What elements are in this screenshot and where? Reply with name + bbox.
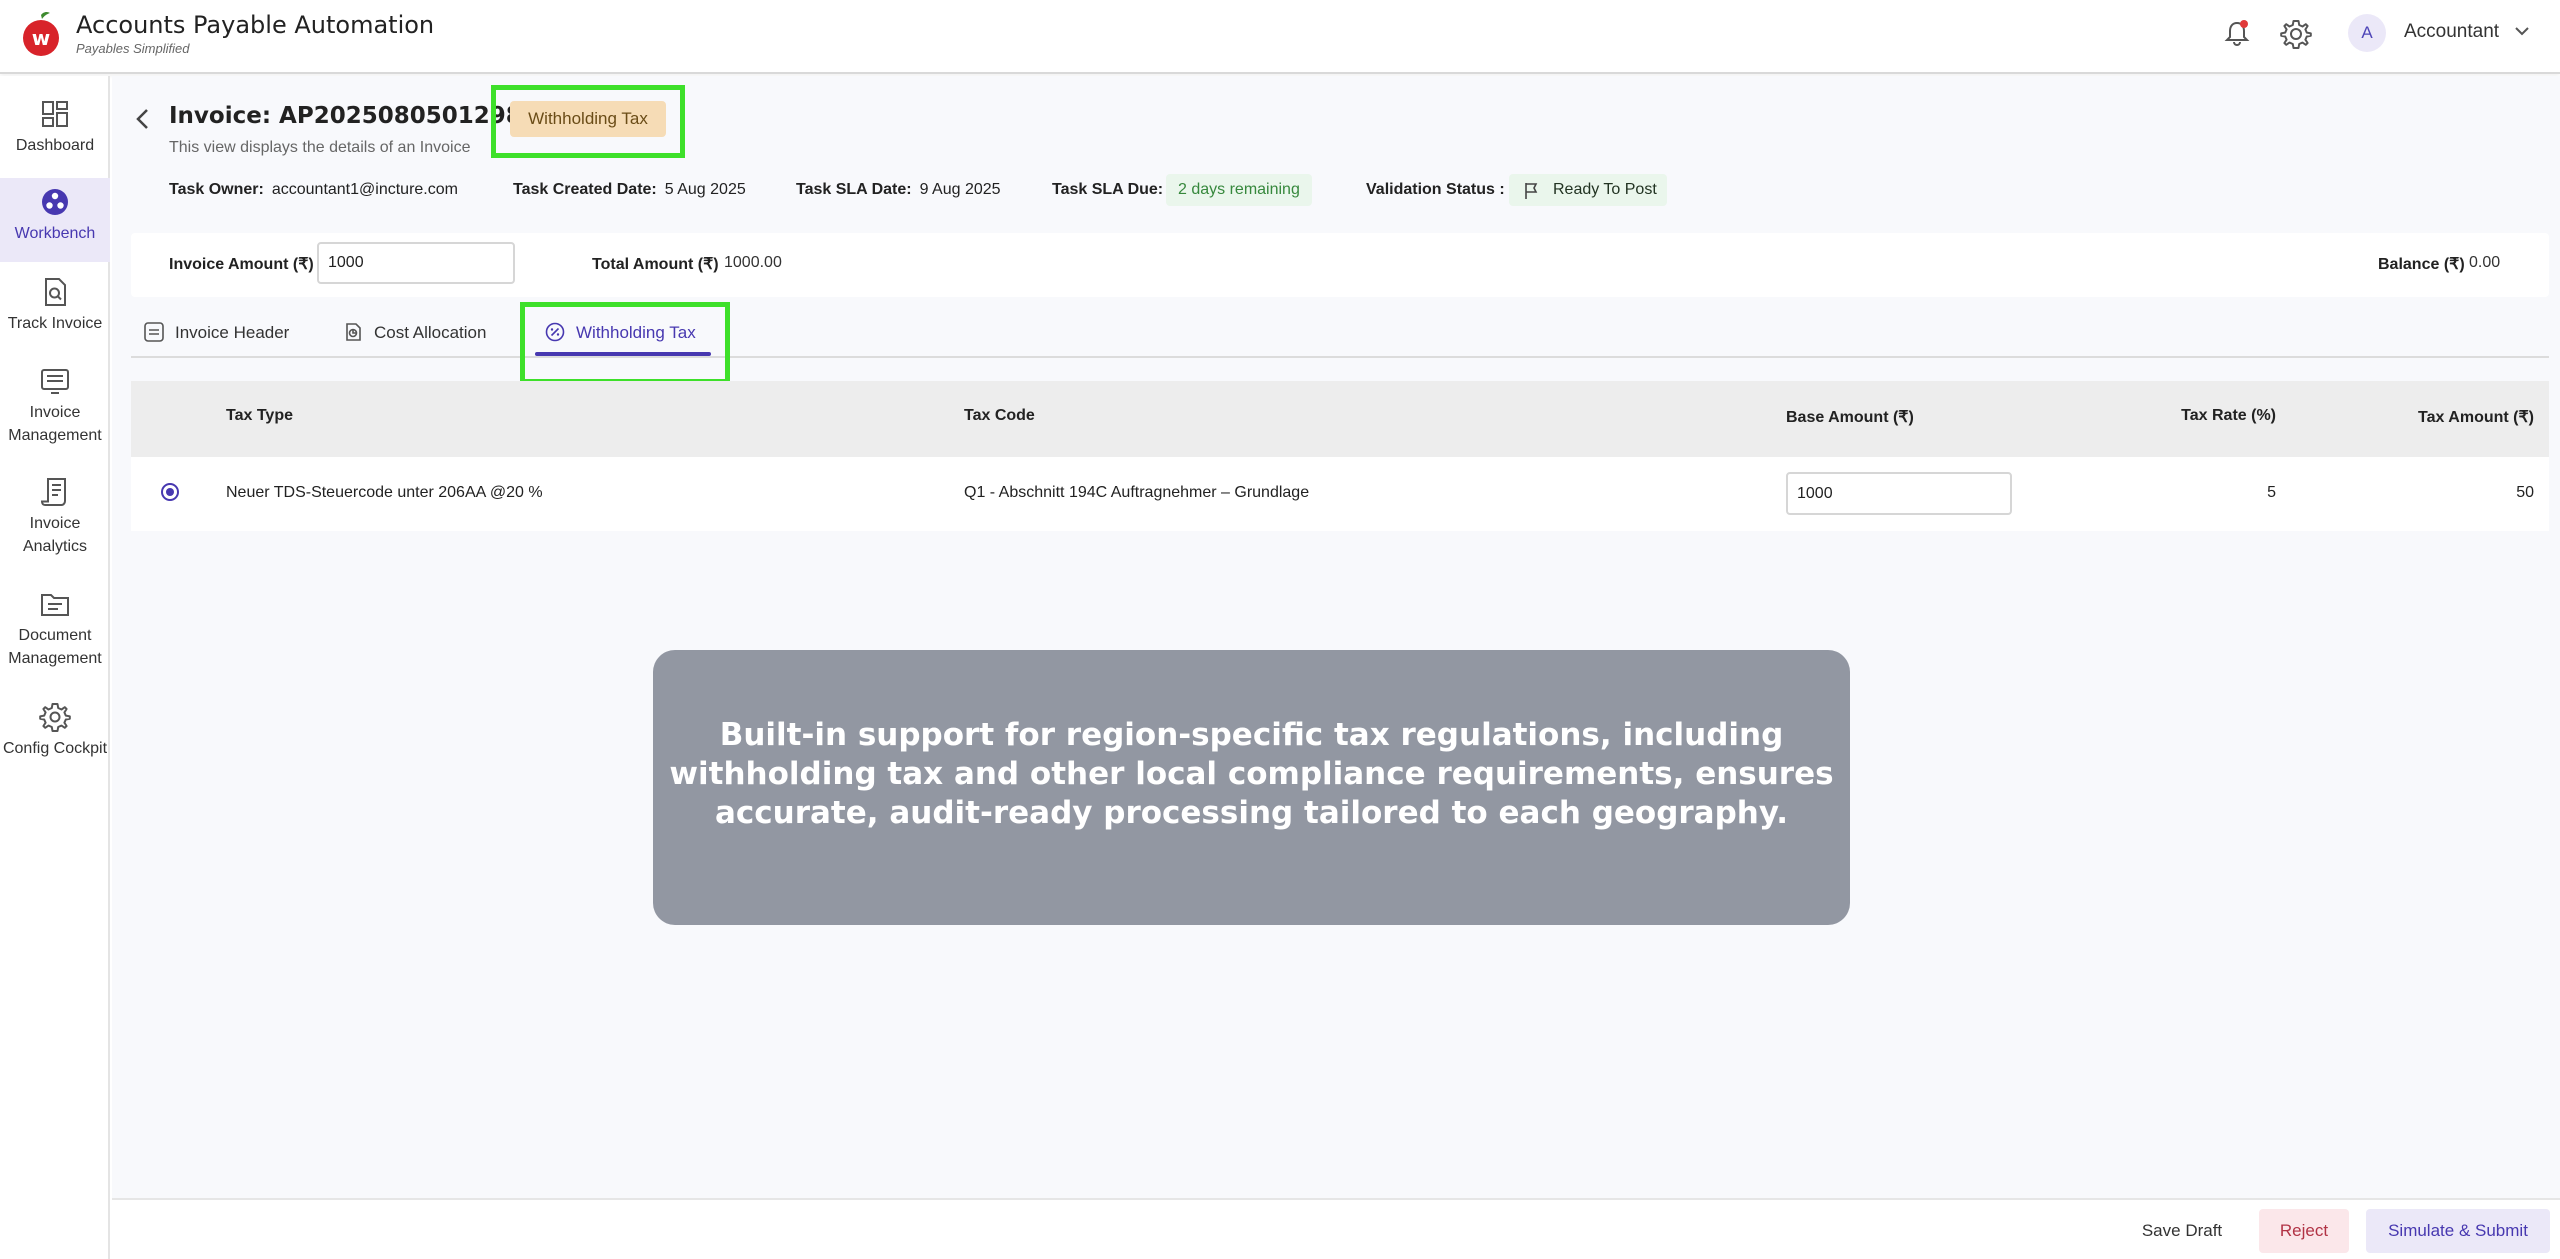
column-header-tax-type[interactable]: Tax Type	[226, 407, 293, 425]
flag-icon	[1525, 183, 1538, 199]
validation-status: Validation Status :	[1366, 181, 1513, 199]
sidebar-item-label: Invoice Management	[8, 404, 102, 444]
task-sla-date: Task SLA Date: 9 Aug 2025	[796, 181, 1001, 199]
task-created-value: 5 Aug 2025	[664, 181, 746, 198]
sidebar-item-invoice-management[interactable]: Invoice Management	[0, 365, 110, 457]
task-owner-value: accountant1@incture.com	[271, 181, 458, 198]
workbench-icon	[42, 189, 68, 215]
back-arrow-icon[interactable]	[132, 106, 154, 132]
task-created-date: Task Created Date: 5 Aug 2025	[513, 181, 746, 199]
settings-gear-icon[interactable]	[2280, 18, 2312, 50]
cell-tax-amount: 50	[2516, 484, 2534, 501]
total-amount-label: Total Amount (₹)	[592, 256, 719, 273]
sla-due-badge: 2 days remaining	[1166, 174, 1312, 206]
app-title: Accounts Payable Automation	[76, 11, 435, 39]
tab-label: Cost Allocation	[374, 323, 487, 342]
cell-tax-code: Q1 - Abschnitt 194C Auftragnehmer – Grun…	[964, 484, 1310, 501]
sidebar-item-invoice-analytics[interactable]: Invoice Analytics	[0, 476, 110, 568]
sidebar-item-label: Workbench	[14, 225, 96, 242]
sidebar-item-dashboard[interactable]: Dashboard	[0, 98, 110, 166]
task-sla-date-value: 9 Aug 2025	[919, 181, 1001, 198]
task-sla-due-label: Task SLA Due:	[1052, 181, 1164, 198]
sidebar-item-track-invoice[interactable]: Track Invoice	[0, 276, 110, 344]
tab-label: Invoice Header	[175, 323, 290, 342]
sidebar: Dashboard Workbench Track Invoice Invoic…	[0, 76, 110, 1259]
sidebar-item-label: Dashboard	[15, 137, 95, 154]
sidebar-item-label: Document Management	[8, 627, 102, 667]
reject-button[interactable]: Reject	[2259, 1209, 2349, 1253]
total-amount-value: 1000.00	[724, 254, 782, 271]
column-header-base-amount[interactable]: Base Amount (₹)	[1786, 407, 1914, 427]
balance-label: Balance (₹)	[2378, 256, 2465, 273]
validation-status-text: Ready To Post	[1553, 181, 1657, 198]
sidebar-item-document-management[interactable]: Document Management	[0, 588, 110, 680]
tabs-divider	[131, 356, 2549, 358]
save-draft-button[interactable]: Save Draft	[2128, 1209, 2236, 1253]
cell-tax-rate: 5	[2267, 484, 2276, 501]
chevron-down-icon[interactable]	[2514, 25, 2530, 37]
column-header-tax-rate[interactable]: Tax Rate (%)	[2181, 407, 2276, 425]
simulate-submit-button[interactable]: Simulate & Submit	[2366, 1209, 2550, 1253]
row-select-radio[interactable]	[161, 483, 179, 501]
task-created-label: Task Created Date:	[513, 181, 657, 198]
sidebar-item-config-cockpit[interactable]: Config Cockpit	[0, 701, 110, 793]
column-header-tax-amount[interactable]: Tax Amount (₹)	[2418, 407, 2534, 427]
sidebar-item-label: Track Invoice	[7, 315, 103, 332]
validation-status-badge: Ready To Post	[1509, 174, 1667, 206]
validation-status-label: Validation Status :	[1366, 181, 1505, 198]
notification-bell-icon[interactable]	[2222, 18, 2252, 48]
invoice-analytics-icon	[40, 478, 66, 506]
track-invoice-icon	[45, 278, 66, 306]
invoice-management-icon	[41, 369, 69, 394]
document-management-icon	[41, 594, 69, 616]
user-avatar[interactable]: A	[2348, 14, 2386, 52]
invoice-amount-input[interactable]	[317, 242, 515, 284]
user-role-menu[interactable]: Accountant	[2404, 21, 2499, 43]
callout-line: accurate, audit-ready processing tailore…	[714, 795, 1788, 831]
withholding-tax-badge: Withholding Tax	[510, 101, 666, 137]
sidebar-item-workbench[interactable]: Workbench	[0, 178, 110, 262]
document-icon	[144, 322, 164, 342]
highlight-box	[520, 302, 730, 384]
base-amount-input[interactable]	[1786, 472, 2012, 515]
column-header-tax-code[interactable]: Tax Code	[964, 407, 1035, 425]
task-owner: Task Owner: accountant1@incture.com	[169, 181, 458, 199]
dashboard-icon	[42, 101, 68, 127]
cell-tax-type: Neuer TDS-Steuercode unter 206AA @20 %	[226, 484, 543, 501]
feature-callout: Built-in support for region-specific tax…	[653, 650, 1850, 925]
task-owner-label: Task Owner:	[169, 181, 264, 198]
page-description: This view displays the details of an Inv…	[169, 139, 471, 156]
app-logo-icon[interactable]: w	[20, 11, 62, 57]
config-icon	[39, 703, 71, 732]
logo-letter: w	[32, 26, 50, 50]
top-bar: w Accounts Payable Automation Payables S…	[0, 0, 2560, 74]
allocation-icon	[346, 323, 361, 341]
callout-text: Built-in support for region-specific tax…	[653, 716, 1850, 833]
task-sla-date-label: Task SLA Date:	[796, 181, 912, 198]
task-sla-due: Task SLA Due:	[1052, 181, 1171, 199]
invoice-amount-label: Invoice Amount (₹)	[169, 256, 314, 273]
balance-value: 0.00	[2469, 254, 2501, 271]
app-subtitle: Payables Simplified	[76, 41, 190, 56]
sidebar-item-label: Invoice Analytics	[22, 515, 88, 555]
callout-line: withholding tax and other local complian…	[669, 756, 1834, 792]
callout-line: Built-in support for region-specific tax…	[719, 717, 1784, 753]
page-title: Invoice: AP20250805012988	[169, 103, 538, 129]
sidebar-item-label: Config Cockpit	[2, 740, 108, 757]
